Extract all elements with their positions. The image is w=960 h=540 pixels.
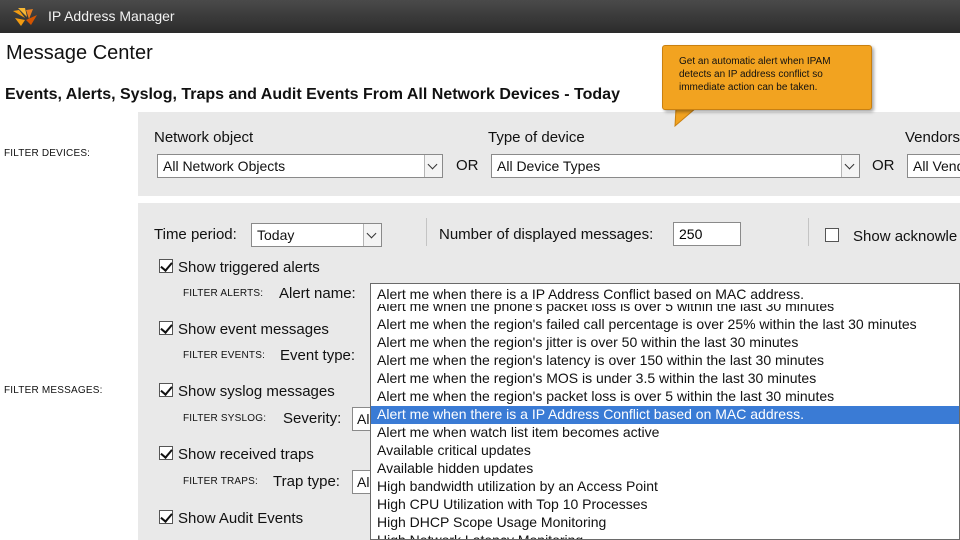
page-title: Message Center [6,42,153,64]
alert-option[interactable]: Alert me when the region's latency is ov… [371,352,959,370]
show-syslog-label: Show syslog messages [178,383,335,400]
vendors-select[interactable]: All Vend [907,154,960,178]
solarwinds-logo-icon [13,8,37,26]
show-acknowledged-checkbox[interactable] [825,228,839,242]
num-messages-input[interactable] [673,222,741,246]
show-event-messages-label: Show event messages [178,321,329,338]
alert-option[interactable]: High DHCP Scope Usage Monitoring [371,514,959,532]
filter-events-label: FILTER EVENTS: [183,350,266,361]
device-type-label: Type of device [488,129,585,146]
filter-messages-label: FILTER MESSAGES: [4,385,103,396]
filter-devices-label: FILTER DEVICES: [4,148,91,159]
alert-option[interactable]: High bandwidth utilization by an Access … [371,478,959,496]
alert-name-dropdown-list[interactable]: Alert me when the phone's packet loss is… [370,304,960,540]
app-titlebar: IP Address Manager [0,0,960,33]
network-object-select[interactable]: All Network Objects [157,154,443,178]
alert-option[interactable]: High Network Latency Monitoring [371,532,959,539]
device-type-value: All Device Types [497,158,601,174]
num-messages-label: Number of displayed messages: [439,226,654,243]
show-acknowledged-label: Show acknowle [853,228,958,245]
alert-option[interactable]: Alert me when the region's MOS is under … [371,370,959,388]
show-triggered-alerts-label: Show triggered alerts [178,259,320,276]
page-subtitle: Events, Alerts, Syslog, Traps and Audit … [5,86,620,103]
or-separator-2: OR [872,157,895,174]
divider [808,218,809,246]
alert-option[interactable]: Alert me when the phone's packet loss is… [371,304,959,316]
alert-option[interactable]: Available critical updates [371,442,959,460]
vendors-label: Vendors [905,129,960,146]
show-traps-label: Show received traps [178,446,314,463]
severity-label: Severity: [283,410,342,427]
alert-option[interactable]: Available hidden updates [371,460,959,478]
device-type-select[interactable]: All Device Types [491,154,860,178]
event-type-label: Event type: [280,347,356,364]
trap-type-select[interactable]: Al [352,470,372,494]
severity-select[interactable]: Al [352,407,372,431]
chevron-down-icon[interactable] [424,155,442,177]
show-audit-events-checkbox[interactable] [159,510,173,524]
show-triggered-alerts-checkbox[interactable] [159,259,173,273]
show-event-messages-checkbox[interactable] [159,321,173,335]
alert-name-select[interactable]: Alert me when there is a IP Address Conf… [370,283,960,305]
filter-traps-label: FILTER TRAPS: [183,476,259,487]
alert-option[interactable]: Alert me when watch list item becomes ac… [371,424,959,442]
alert-option[interactable]: Alert me when there is a IP Address Conf… [371,406,959,424]
callout-tooltip: Get an automatic alert when IPAM detects… [662,45,872,110]
callout-pointer [674,108,697,128]
or-separator-1: OR [456,157,479,174]
show-traps-checkbox[interactable] [159,446,173,460]
alert-option[interactable]: Alert me when the region's jitter is ove… [371,334,959,352]
network-object-value: All Network Objects [163,158,286,174]
time-period-select[interactable]: Today [251,223,382,247]
alert-option[interactable]: High CPU Utilization with Top 10 Process… [371,496,959,514]
chevron-down-icon[interactable] [841,155,859,177]
alert-option[interactable]: Alert me when the region's packet loss i… [371,388,959,406]
filter-alerts-label: FILTER ALERTS: [183,288,264,299]
time-period-label: Time period: [154,226,237,243]
network-object-label: Network object [154,129,254,146]
show-audit-events-label: Show Audit Events [178,510,304,527]
time-period-value: Today [257,227,295,243]
show-syslog-checkbox[interactable] [159,383,173,397]
alert-option[interactable]: Alert me when the region's failed call p… [371,316,959,334]
alert-name-label: Alert name: [279,285,356,302]
chevron-down-icon[interactable] [363,224,381,246]
trap-type-label: Trap type: [273,473,340,490]
divider [426,218,427,246]
vendors-value: All Vend [913,158,960,174]
filter-syslog-label: FILTER SYSLOG: [183,413,267,424]
app-title: IP Address Manager [48,8,175,24]
